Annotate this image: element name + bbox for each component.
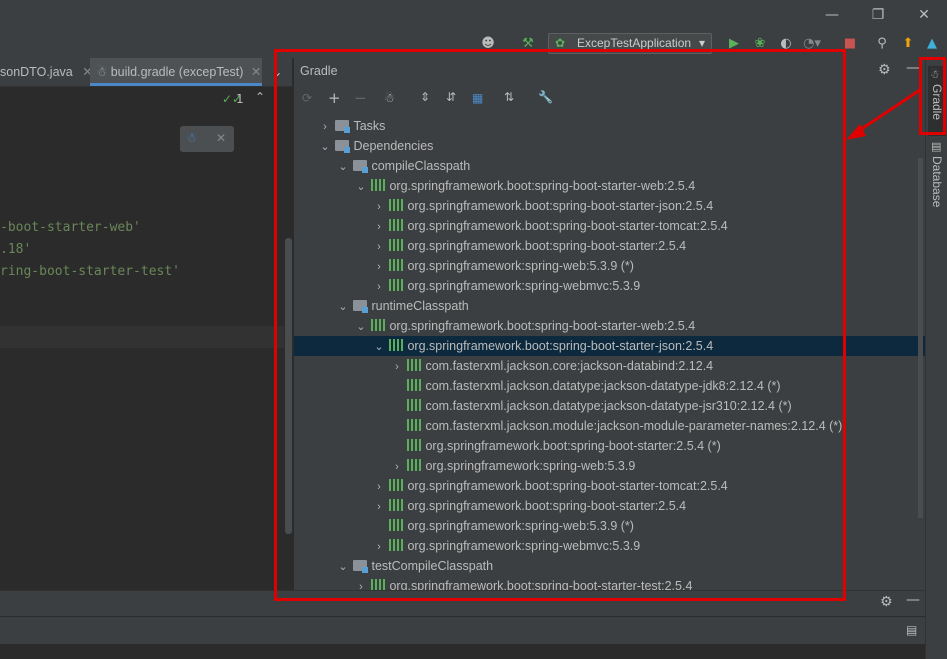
close-icon[interactable]: ✕ bbox=[216, 131, 226, 145]
editor-tab-bar: sonDTO.java ✕ ☃ build.gradle (excepTest)… bbox=[0, 58, 292, 87]
gradle-reload-popup: ☃ ✕ bbox=[180, 126, 234, 152]
status-area bbox=[0, 644, 925, 659]
gradle-elephant-icon: ☃ bbox=[96, 65, 108, 79]
close-window-icon[interactable]: ✕ bbox=[914, 5, 934, 25]
bottom-panel-body: ▤ bbox=[0, 616, 925, 645]
title-bar: — ❐ ✕ bbox=[0, 0, 947, 30]
tab-label: sonDTO.java bbox=[0, 65, 73, 79]
tree-scrollbar[interactable] bbox=[918, 158, 923, 518]
hide-panel-icon[interactable]: — bbox=[906, 60, 920, 76]
editor-area: sonDTO.java ✕ ☃ build.gradle (excepTest)… bbox=[0, 58, 292, 590]
inspection-count: 1 bbox=[236, 92, 244, 106]
database-stripe-button[interactable]: ▤ Database bbox=[928, 138, 946, 218]
chevron-up-icon[interactable]: ⌃ bbox=[255, 90, 265, 104]
hide-panel-icon[interactable]: — bbox=[906, 592, 920, 608]
tab-build-gradle[interactable]: ☃ build.gradle (excepTest) ✕ bbox=[90, 58, 262, 86]
layout-icon[interactable]: ▤ bbox=[906, 623, 917, 637]
annotation-gradle-panel-box bbox=[274, 49, 846, 601]
database-icon: ▤ bbox=[931, 140, 942, 153]
gear-icon[interactable]: ⚙ bbox=[878, 62, 891, 78]
gradle-reload-icon[interactable]: ☃ bbox=[186, 131, 197, 145]
code-line: -boot-starter-web' bbox=[0, 220, 141, 235]
search-icon[interactable]: ⚲ bbox=[872, 34, 892, 54]
code-line: ring-boot-starter-test' bbox=[0, 264, 181, 279]
annotation-arrow bbox=[846, 88, 921, 140]
code-line: .18' bbox=[0, 242, 32, 257]
caret-row-highlight bbox=[0, 326, 284, 348]
toolbox-icon[interactable]: ▲ bbox=[922, 34, 942, 54]
database-stripe-label: Database bbox=[930, 156, 944, 208]
close-icon[interactable]: ✕ bbox=[251, 65, 261, 79]
gear-icon[interactable]: ⚙ bbox=[880, 594, 893, 610]
update-icon[interactable]: ⬆ bbox=[898, 34, 918, 54]
minimize-icon[interactable]: — bbox=[822, 5, 842, 25]
tab-label: build.gradle (excepTest) bbox=[110, 65, 244, 79]
tab-person-dto[interactable]: sonDTO.java ✕ bbox=[0, 58, 93, 86]
restore-icon[interactable]: ❐ bbox=[868, 5, 888, 25]
